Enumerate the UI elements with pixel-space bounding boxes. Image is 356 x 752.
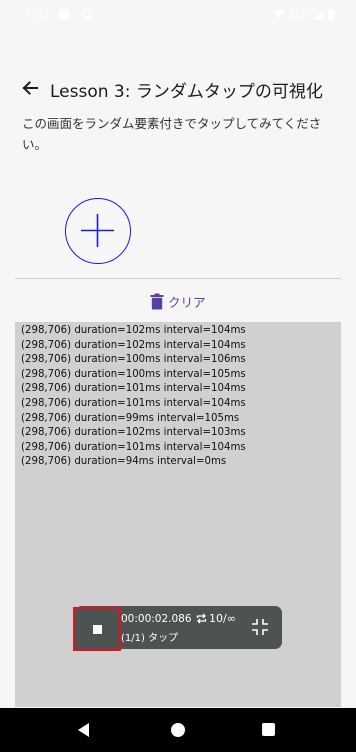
repeat-count-label: 10/∞ <box>209 612 236 625</box>
nav-home-icon[interactable] <box>171 723 185 737</box>
trash-icon <box>150 293 164 309</box>
sim-card-icon <box>59 9 69 20</box>
clear-button-label: クリア <box>168 294 206 310</box>
description-text: この画面をランダム要素付きでタップしてみてください。 <box>22 116 322 152</box>
log-entry: (298,706) duration=101ms interval=104ms <box>21 397 246 409</box>
log-entry: (298,706) duration=101ms interval=104ms <box>21 441 246 453</box>
battery-icon <box>328 9 334 20</box>
log-entry: (298,706) duration=99ms interval=105ms <box>21 412 240 424</box>
nav-recents-icon[interactable] <box>262 723 275 736</box>
status-bar: 7:53 LTE <box>0 0 356 30</box>
tap-log-area[interactable]: (298,706) duration=102ms interval=104ms … <box>15 322 341 707</box>
log-entry: (298,706) duration=102ms interval=103ms <box>21 427 246 439</box>
back-button[interactable] <box>16 74 44 102</box>
log-entry: (298,706) duration=102ms interval=104ms <box>21 325 246 336</box>
log-entry: (298,706) duration=102ms interval=104ms <box>21 339 246 351</box>
elapsed-timer: 00:00:02.086 <box>121 613 192 625</box>
add-tap-button[interactable] <box>65 198 131 264</box>
repeat-icon <box>196 613 207 624</box>
divider <box>15 278 341 279</box>
clear-button[interactable]: クリア <box>150 290 206 312</box>
step-status: (1/1) タップ <box>121 633 179 644</box>
stop-icon <box>93 625 102 634</box>
nav-back-icon[interactable] <box>78 723 89 737</box>
tap-log-list: (298,706) duration=102ms interval=104ms … <box>21 324 246 470</box>
signal-icon <box>313 9 323 20</box>
log-entry: (298,706) duration=100ms interval=105ms <box>21 368 246 380</box>
status-time: 7:53 <box>25 8 50 21</box>
wifi-icon <box>272 10 285 19</box>
stop-button[interactable] <box>73 607 121 651</box>
notification-icon <box>82 9 92 19</box>
log-entry: (298,706) duration=94ms interval=0ms <box>21 456 227 468</box>
app-bar: Lesson 3: ランダムタップの可視化 <box>0 70 356 106</box>
repeat-counter: 10/∞ <box>196 612 236 625</box>
log-entry: (298,706) duration=101ms interval=104ms <box>21 383 246 395</box>
log-entry: (298,706) duration=100ms interval=106ms <box>21 354 246 366</box>
page-title: Lesson 3: ランダムタップの可視化 <box>50 82 323 102</box>
network-type: LTE <box>289 8 308 21</box>
plus-icon <box>81 214 114 247</box>
collapse-icon[interactable] <box>251 618 269 636</box>
navigation-bar <box>0 708 356 752</box>
arrow-back-icon <box>22 81 38 95</box>
